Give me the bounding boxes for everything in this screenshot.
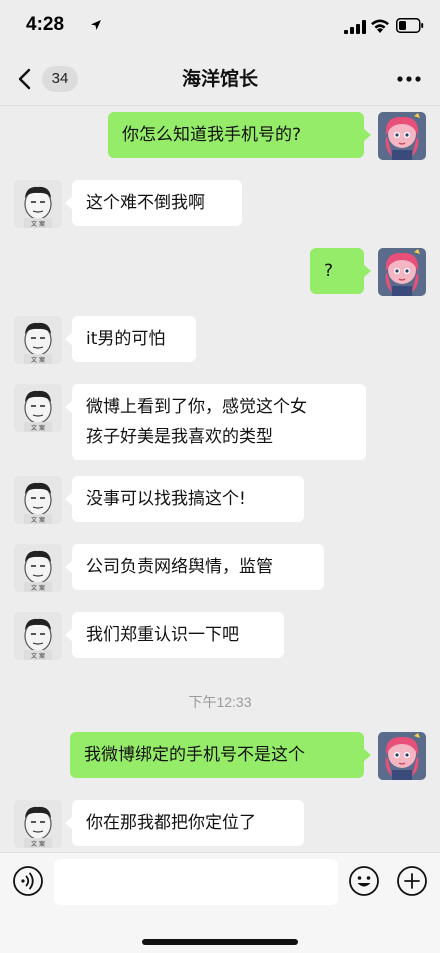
message-text: 这个难不倒我啊 [86,193,205,213]
message-text: 我们郑重认识一下吧 [86,625,239,645]
message-text: it男的可怕 [86,329,166,349]
avatar-contact[interactable] [14,316,62,364]
chat-header: 34 海洋馆长 [0,52,440,106]
voice-icon[interactable] [12,865,44,897]
message-text: ? [324,261,334,281]
avatar-contact[interactable] [14,384,62,432]
emoji-icon[interactable] [348,865,380,897]
message-text-line: 孩子好美是我喜欢的类型 [86,427,273,447]
message-text: 没事可以找我搞这个! [86,489,246,509]
avatar-contact[interactable] [14,544,62,592]
status-bar: 4:28 [0,0,440,52]
message-bubble-received[interactable]: 微博上看到了你，感觉这个女 孩子好美是我喜欢的类型 [65,384,366,460]
message-bubble-received[interactable]: 公司负责网络舆情，监管 [65,544,324,590]
chevron-left-icon [18,68,31,90]
message-bubble-received[interactable]: 没事可以找我搞这个! [65,476,304,522]
location-arrow-icon [91,20,101,30]
message-text: 你在那我都把你定位了 [86,813,256,833]
avatar-contact[interactable] [14,476,62,524]
avatar-contact[interactable] [14,612,62,660]
message-bubble-received[interactable]: it男的可怕 [65,316,196,362]
avatar-contact[interactable] [14,180,62,228]
message-text-line: 微博上看到了你，感觉这个女 [86,397,307,417]
message-bubble-sent[interactable]: ? [310,248,371,294]
message-text: 公司负责网络舆情，监管 [86,557,273,577]
back-button[interactable]: 34 [16,64,80,94]
message-bubble-received[interactable]: 我们郑重认识一下吧 [65,612,284,658]
wifi-icon [371,19,389,33]
plus-icon[interactable] [396,865,428,897]
battery-icon [396,18,424,33]
message-input[interactable] [54,859,338,905]
avatar-self[interactable] [378,732,426,780]
message-text: 我微博绑定的手机号不是这个 [84,745,305,765]
home-indicator[interactable] [142,939,298,945]
message-timestamp: 下午12:33 [188,694,252,710]
unread-count-badge: 34 [42,66,78,92]
message-list: 你怎么知道我手机号的? 这个难不倒我啊 ? it男的可怕 微博上看到了你，感觉这… [0,106,440,852]
input-bar [0,852,440,953]
more-dots-icon[interactable] [394,66,424,92]
avatar-contact[interactable] [14,800,62,848]
message-bubble-received[interactable]: 这个难不倒我啊 [65,180,242,226]
avatar-self[interactable] [378,248,426,296]
message-bubble-received[interactable]: 你在那我都把你定位了 [65,800,304,846]
signal-icon [344,20,366,34]
status-time: 4:28 [26,14,65,35]
avatar-self[interactable] [378,112,426,160]
message-bubble-sent[interactable]: 我微博绑定的手机号不是这个 [70,732,371,778]
message-bubble-sent[interactable]: 你怎么知道我手机号的? [108,112,371,158]
message-text: 你怎么知道我手机号的? [122,125,302,145]
